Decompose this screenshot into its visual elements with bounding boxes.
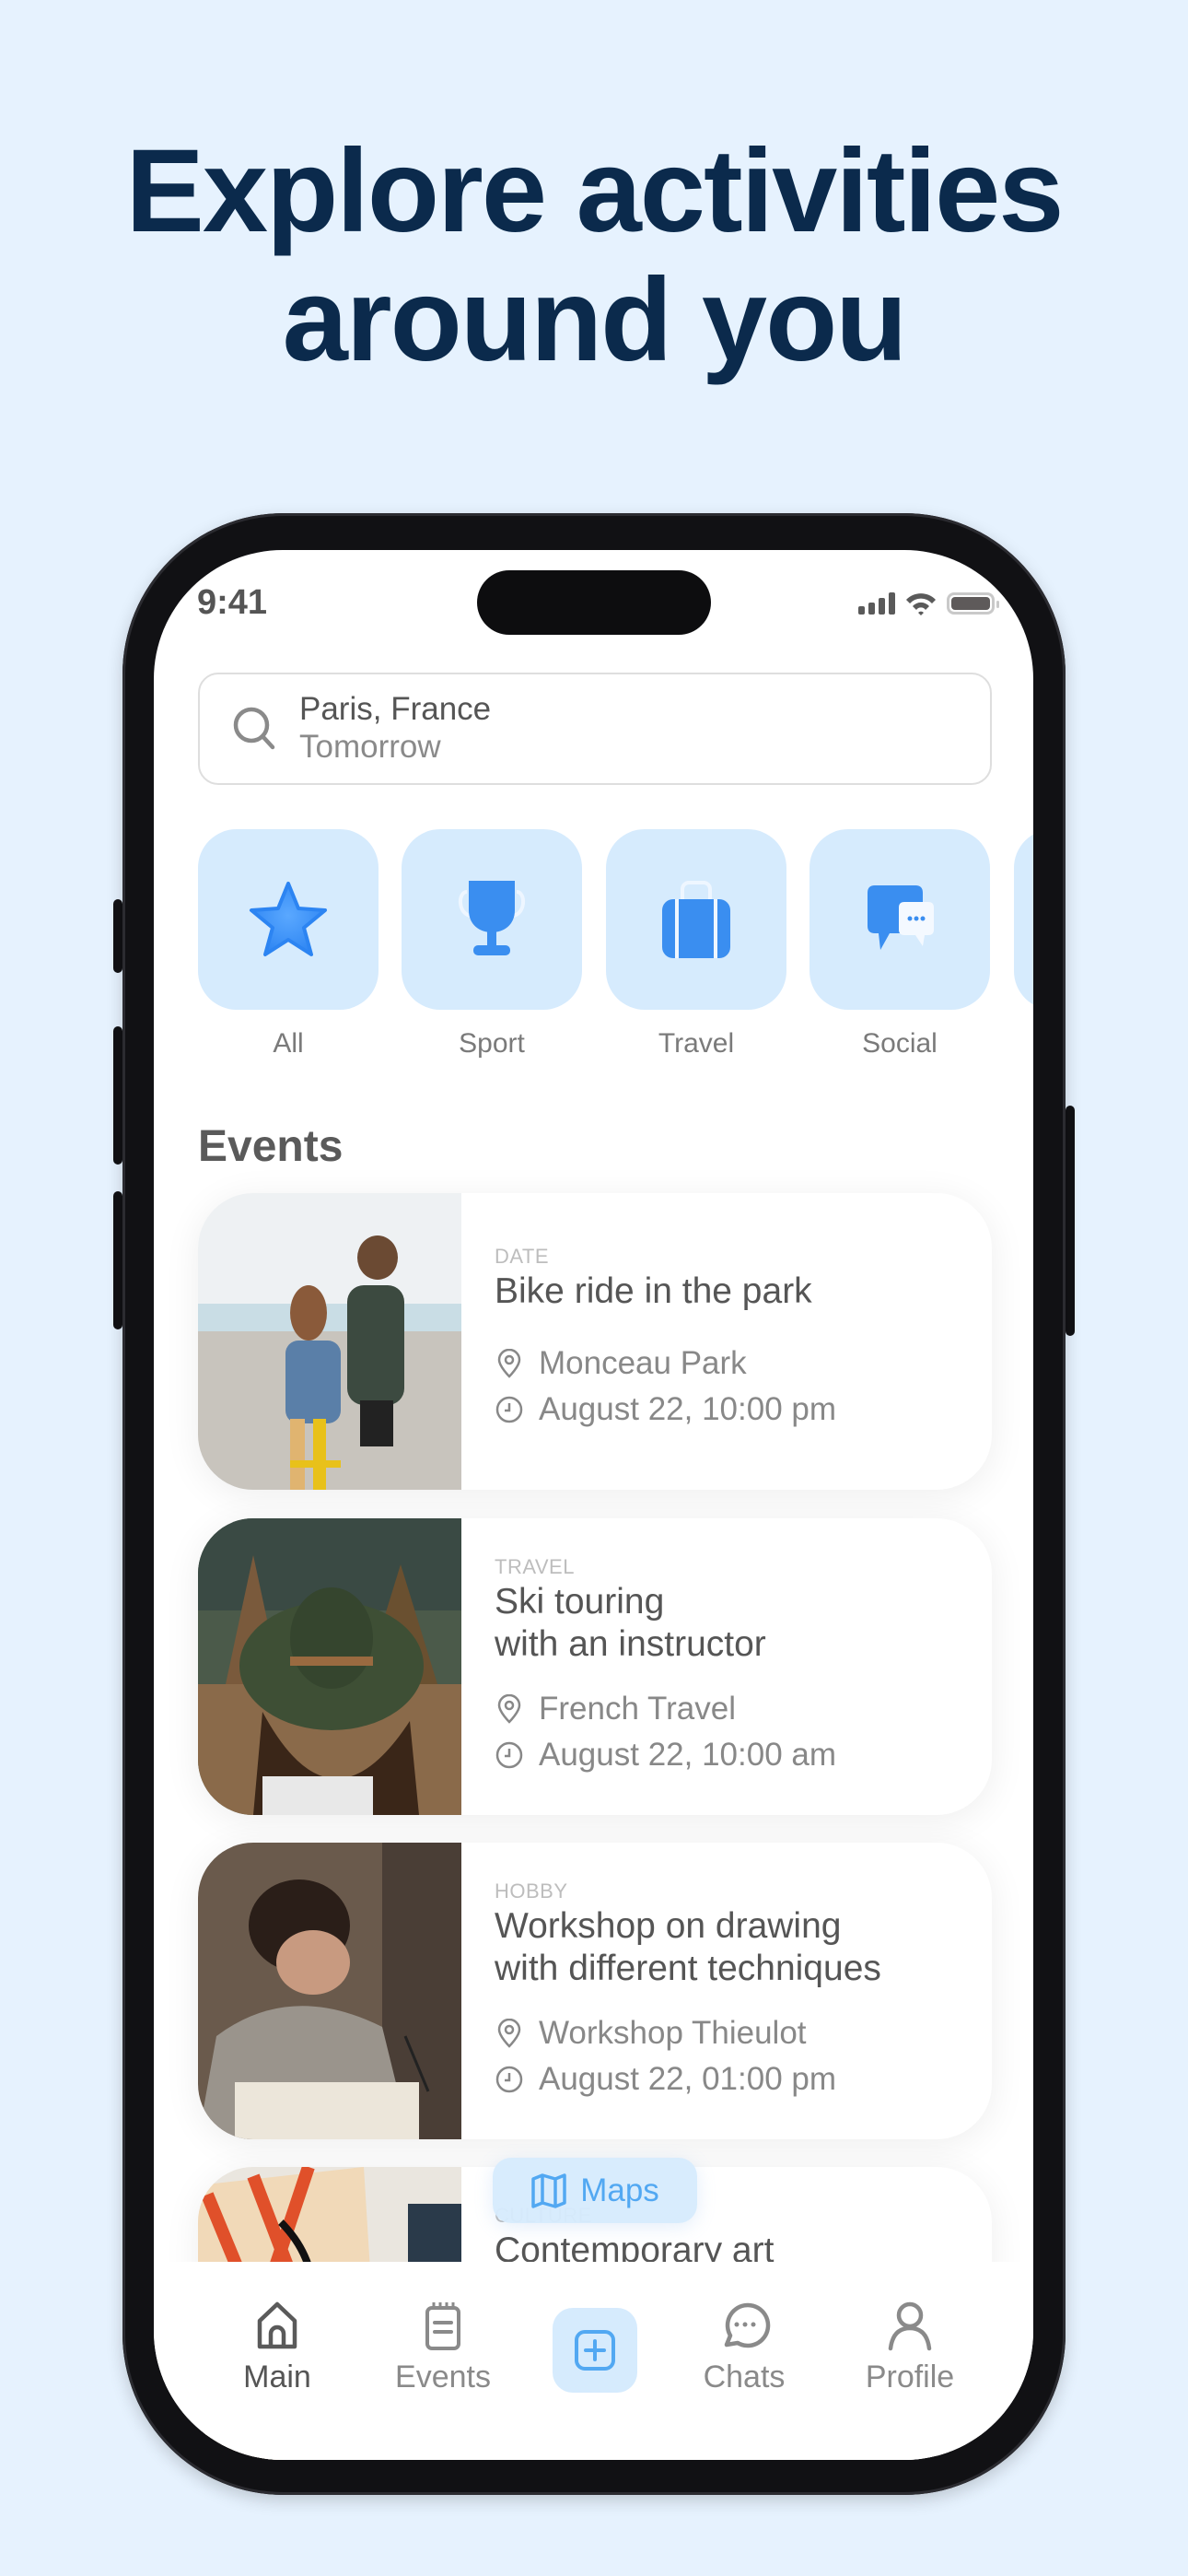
events-heading: Events (198, 1122, 344, 1171)
location-pin-icon (497, 1694, 521, 1724)
event-card[interactable]: DATE Bike ride in the park Monceau Park … (198, 1193, 992, 1490)
search-icon (233, 707, 275, 750)
category-tile[interactable] (402, 829, 582, 1010)
event-category: DATE (495, 1245, 550, 1268)
add-event-button[interactable] (553, 2308, 637, 2393)
location-pin-icon (497, 2019, 521, 2048)
couple-on-bicycle-photo (198, 1193, 461, 1490)
category-label: T (1014, 1028, 1033, 1060)
power-button (1066, 1106, 1075, 1336)
event-category: TRAVEL (495, 1555, 575, 1578)
category-travel[interactable]: Travel (606, 829, 786, 1060)
event-title: Ski touring with an instructor (495, 1582, 766, 1664)
event-datetime: August 22, 01:00 pm (495, 2056, 964, 2102)
tab-label: Chats (703, 2359, 786, 2395)
dynamic-island (477, 570, 711, 635)
category-label: Sport (459, 1028, 525, 1059)
category-tile[interactable] (809, 829, 990, 1010)
event-info: TRAVEL Ski touring with an instructor Fre… (495, 1555, 964, 1778)
tab-label: Main (243, 2359, 311, 2395)
event-card[interactable]: HOBBY Workshop on drawing with different … (198, 1843, 992, 2139)
category-tile[interactable] (1014, 829, 1033, 1010)
phone-frame: 9:41 Paris, France Tomorrow All Sport Tr… (122, 513, 1066, 2495)
woman-in-hat-forest-photo (198, 1518, 461, 1815)
event-location: Monceau Park (495, 1341, 964, 1387)
category-tile[interactable] (606, 829, 786, 1010)
category-label: Travel (658, 1028, 735, 1059)
tab-events[interactable]: Events (369, 2299, 517, 2395)
search-bar[interactable]: Paris, France Tomorrow (198, 673, 992, 785)
clock-icon (495, 1396, 523, 1423)
phone-screen: 9:41 Paris, France Tomorrow All Sport Tr… (154, 550, 1033, 2460)
tab-chats[interactable]: Chats (670, 2299, 818, 2395)
event-category: HOBBY (495, 1879, 568, 1903)
category-list: All Sport Travel Social (198, 829, 1033, 1060)
category-all[interactable]: All (198, 829, 379, 1060)
event-title: Bike ride in the park (495, 1271, 812, 1311)
tab-label: Profile (865, 2359, 955, 2395)
woman-drawing-photo (198, 1843, 461, 2139)
clock-icon (495, 1741, 523, 1769)
event-location: French Travel (495, 1686, 964, 1732)
tab-label: Events (395, 2359, 491, 2395)
maps-button[interactable]: Maps (493, 2158, 697, 2223)
headline: Explore activities around you (0, 127, 1188, 385)
star-icon (250, 882, 327, 956)
event-info: DATE Bike ride in the park Monceau Park … (495, 1245, 964, 1433)
chat-icon (724, 2302, 771, 2348)
location-pin-icon (497, 1349, 521, 1378)
category-tile[interactable] (198, 829, 379, 1010)
map-icon (531, 2172, 566, 2208)
chat-bubbles-icon (868, 885, 934, 950)
status-time: 9:41 (197, 583, 268, 622)
maps-label: Maps (580, 2172, 659, 2208)
headline-line-1: Explore activities (125, 125, 1065, 257)
status-icons (858, 591, 999, 616)
event-card[interactable]: TRAVEL Ski touring with an instructor Fre… (198, 1518, 992, 1815)
search-date: Tomorrow (299, 729, 441, 765)
volume-down-button (113, 1191, 122, 1329)
suitcase-icon (662, 881, 730, 958)
tab-main[interactable]: Main (204, 2299, 351, 2395)
battery-icon (947, 592, 999, 615)
notepad-icon (425, 2302, 460, 2350)
add-icon (575, 2330, 615, 2371)
home-icon (257, 2301, 297, 2349)
clock-icon (495, 2066, 523, 2093)
tab-bar: Main Events Chats Profile (154, 2262, 1033, 2460)
headline-line-2: around you (282, 254, 908, 386)
trophy-icon (459, 881, 525, 955)
category-more[interactable]: T (1014, 829, 1033, 1060)
event-location: Workshop Thieulot (495, 2010, 964, 2056)
category-sport[interactable]: Sport (402, 829, 582, 1060)
event-datetime: August 22, 10:00 pm (495, 1387, 964, 1433)
category-label: All (273, 1028, 304, 1059)
signal-icon (858, 592, 895, 615)
tab-profile[interactable]: Profile (836, 2299, 984, 2395)
event-title: Workshop on drawing with different techni… (495, 1906, 881, 1988)
person-icon (888, 2301, 932, 2351)
volume-up-button (113, 1026, 122, 1165)
category-social[interactable]: Social (809, 829, 990, 1060)
search-location: Paris, France (299, 691, 492, 727)
wifi-icon (906, 593, 936, 615)
category-label: Social (862, 1028, 938, 1059)
action-button (113, 899, 122, 973)
event-info: HOBBY Workshop on drawing with different … (495, 1879, 964, 2102)
event-datetime: August 22, 10:00 am (495, 1732, 964, 1778)
